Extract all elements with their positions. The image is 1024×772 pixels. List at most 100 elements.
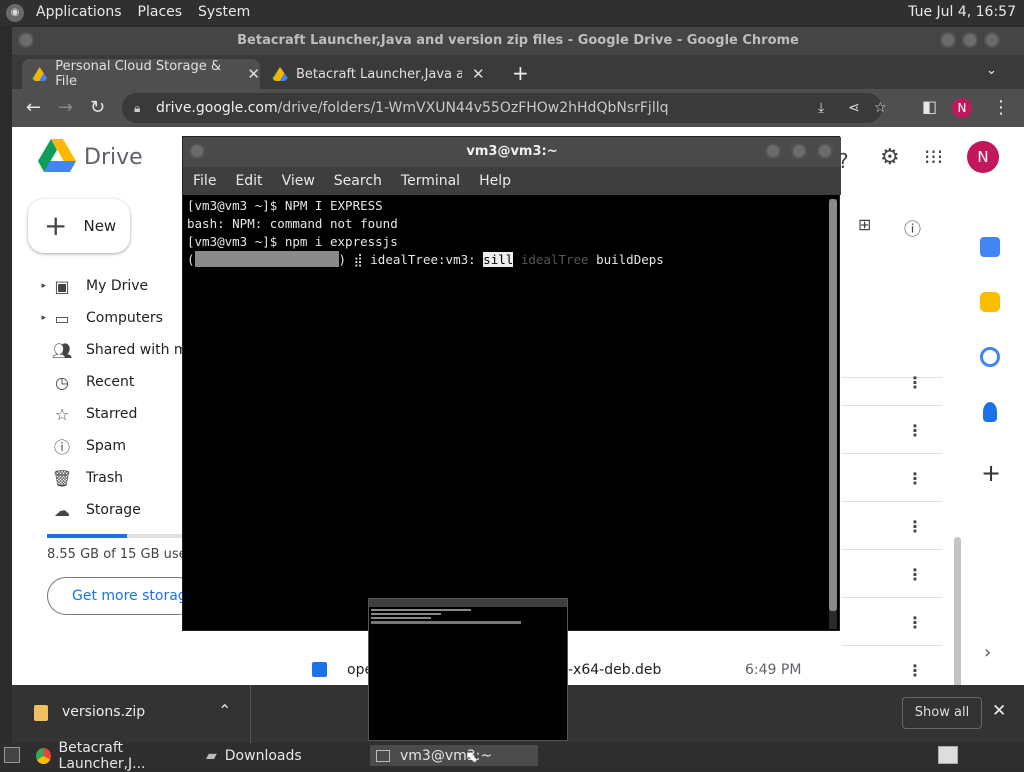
people-icon: 👥︎ bbox=[51, 340, 73, 360]
terminal-menu-edit[interactable]: Edit bbox=[235, 173, 262, 189]
calendar-icon[interactable] bbox=[980, 237, 1000, 257]
row-more-icon[interactable]: ⋮ bbox=[907, 373, 923, 392]
terminal-menu-button[interactable] bbox=[189, 143, 205, 159]
close-tab-icon[interactable]: ✕ bbox=[247, 65, 260, 83]
chrome-menu-icon[interactable]: ⋮ bbox=[992, 97, 1010, 118]
install-icon[interactable]: ⤓ bbox=[818, 93, 824, 123]
terminal-close-button[interactable] bbox=[817, 143, 833, 159]
caret-right-icon[interactable]: ▸ bbox=[36, 313, 50, 323]
sidebar-label: Computers bbox=[86, 310, 163, 326]
taskbar-item-terminal[interactable]: vm3@vm3:~ bbox=[370, 745, 538, 766]
terminal-menu-help[interactable]: Help bbox=[479, 173, 511, 189]
terminal-menu-terminal[interactable]: Terminal bbox=[401, 173, 460, 189]
tab-betacraft[interactable]: Betacraft Launcher,Java and v ✕ bbox=[262, 59, 492, 89]
sidebar-label: Recent bbox=[86, 374, 135, 390]
terminal-window-preview[interactable] bbox=[368, 598, 568, 741]
sidebar-label: Shared with me bbox=[86, 342, 197, 358]
row-more-icon[interactable]: ⋮ bbox=[907, 565, 923, 584]
log-action: buildDeps bbox=[596, 252, 664, 267]
chevron-up-icon[interactable]: ⌃ bbox=[218, 701, 231, 720]
maximize-button[interactable] bbox=[962, 32, 978, 48]
spinner-icon: ⣾ bbox=[353, 252, 363, 267]
share-icon[interactable]: ⋖ bbox=[848, 93, 860, 123]
terminal-menu-file[interactable]: File bbox=[193, 173, 216, 189]
row-more-icon[interactable]: ⋮ bbox=[907, 517, 923, 536]
row-divider bbox=[842, 501, 942, 502]
keep-icon[interactable] bbox=[980, 292, 1000, 312]
file-name-end[interactable]: -x64-deb.deb bbox=[568, 662, 661, 678]
preview-line bbox=[371, 609, 471, 611]
side-panel-icon[interactable]: ◧ bbox=[922, 97, 937, 116]
settings-gear-icon[interactable]: ⚙ bbox=[880, 145, 900, 170]
tab-personal-cloud[interactable]: Personal Cloud Storage & File ✕ bbox=[22, 59, 260, 89]
account-avatar[interactable]: N bbox=[967, 141, 999, 173]
chevron-right-icon[interactable]: › bbox=[984, 642, 991, 663]
taskbar-item-chrome[interactable]: Betacraft Launcher,J... bbox=[36, 740, 200, 772]
caret-right-icon[interactable]: ▸ bbox=[36, 281, 50, 291]
back-icon[interactable]: ← bbox=[26, 97, 41, 118]
terminal-window: vm3@vm3:~ File Edit View Search Terminal… bbox=[182, 136, 841, 631]
log-tag: idealTree bbox=[520, 252, 589, 267]
lock-icon[interactable]: 🔒︎ bbox=[134, 93, 140, 123]
sidebar-label: Starred bbox=[86, 406, 138, 422]
progress-close: ) bbox=[338, 252, 347, 267]
google-drive-logo-icon[interactable] bbox=[38, 139, 76, 173]
show-all-button[interactable]: Show all bbox=[902, 697, 982, 729]
sidebar-label: Spam bbox=[86, 438, 126, 454]
preview-menubar bbox=[369, 599, 567, 607]
row-divider bbox=[842, 405, 942, 406]
terminal-minimize-button[interactable] bbox=[765, 143, 781, 159]
tab-label: Betacraft Launcher,Java and v bbox=[296, 66, 462, 82]
bookmark-star-icon[interactable]: ☆ bbox=[874, 93, 887, 123]
contacts-icon[interactable] bbox=[983, 402, 997, 422]
terminal-menubar: File Edit View Search Terminal Help bbox=[183, 167, 841, 195]
row-more-icon[interactable]: ⋮ bbox=[907, 661, 923, 680]
taskbar-item-downloads[interactable]: ▰ Downloads bbox=[206, 745, 356, 766]
download-item-name[interactable]: versions.zip bbox=[62, 704, 145, 720]
window-menu-button[interactable] bbox=[18, 32, 34, 48]
terminal-scrollbar-thumb[interactable] bbox=[829, 199, 837, 611]
row-more-icon[interactable]: ⋮ bbox=[907, 613, 923, 632]
google-drive-icon bbox=[32, 67, 48, 81]
row-more-icon[interactable]: ⋮ bbox=[907, 469, 923, 488]
grid-view-icon[interactable]: ⊞ bbox=[858, 215, 871, 234]
url-field[interactable]: 🔒︎ drive.google.com/drive/folders/1-WmVX… bbox=[122, 93, 887, 123]
url-path: /drive/folders/1-WmVXUN44v55OzFHOw2hHdQb… bbox=[277, 100, 669, 116]
terminal-menu-view[interactable]: View bbox=[282, 173, 315, 189]
progress-open: ( bbox=[187, 252, 195, 267]
forward-icon[interactable]: → bbox=[58, 97, 73, 118]
taskbar-item-label: Downloads bbox=[224, 747, 302, 764]
show-desktop-icon[interactable] bbox=[4, 747, 20, 763]
tab-search-chevron-icon[interactable]: ⌄ bbox=[986, 63, 997, 78]
close-window-button[interactable] bbox=[984, 32, 1000, 48]
clock-icon: ◷ bbox=[55, 372, 69, 392]
info-icon[interactable]: ⓘ bbox=[904, 215, 921, 240]
apps-grid-icon[interactable]: ⁝⁝⁝ bbox=[924, 145, 943, 169]
get-more-storage-button[interactable]: Get more storage bbox=[47, 577, 197, 615]
places-menu[interactable]: Places bbox=[130, 0, 191, 25]
minimize-button[interactable] bbox=[940, 32, 956, 48]
terminal-output[interactable]: [vm3@vm3 ~]$ NPM I EXPRESS bash: NPM: com… bbox=[187, 197, 823, 627]
storage-progress-fill bbox=[47, 534, 127, 538]
new-tab-icon[interactable]: + bbox=[512, 61, 529, 85]
profile-avatar[interactable]: N bbox=[952, 98, 972, 118]
row-more-icon[interactable]: ⋮ bbox=[907, 421, 923, 440]
new-button[interactable]: + New bbox=[28, 199, 130, 253]
close-download-bar-icon[interactable]: ✕ bbox=[992, 701, 1006, 721]
row-divider bbox=[842, 645, 942, 646]
reload-icon[interactable]: ↻ bbox=[90, 97, 105, 118]
add-addon-icon[interactable]: + bbox=[981, 459, 1001, 487]
terminal-maximize-button[interactable] bbox=[791, 143, 807, 159]
terminal-menu-search[interactable]: Search bbox=[334, 173, 382, 189]
address-bar: ← → ↻ 🔒︎ drive.google.com/drive/folders/… bbox=[12, 89, 1024, 127]
system-menu[interactable]: System bbox=[190, 0, 258, 25]
workspace-switcher[interactable] bbox=[938, 746, 958, 764]
close-tab-icon[interactable]: ✕ bbox=[472, 65, 485, 83]
tab-label: Personal Cloud Storage & File bbox=[55, 59, 221, 89]
tasks-icon[interactable] bbox=[980, 347, 1000, 367]
system-logo-icon[interactable]: ◉ bbox=[6, 3, 24, 22]
clock[interactable]: Tue Jul 4, 16:57 bbox=[908, 0, 1016, 25]
applications-menu[interactable]: Applications bbox=[28, 0, 130, 25]
url-host: drive.google.com bbox=[156, 100, 278, 116]
computer-icon: ▭ bbox=[54, 308, 70, 328]
